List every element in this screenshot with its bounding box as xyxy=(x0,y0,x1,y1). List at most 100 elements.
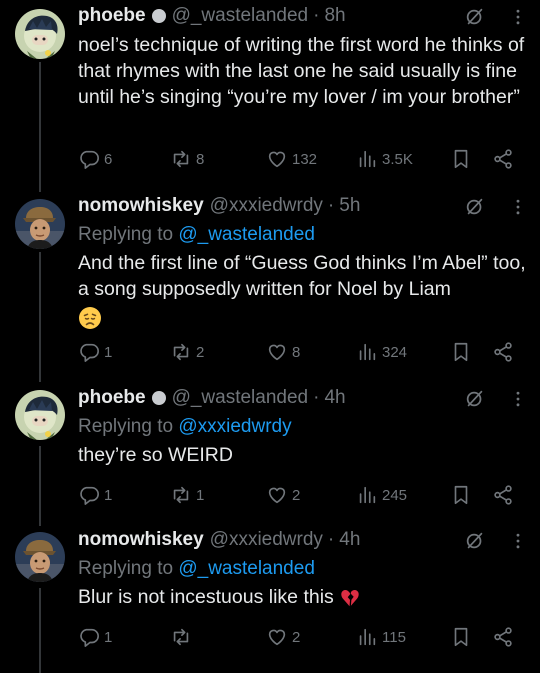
author-name[interactable]: nomowhiskey xyxy=(78,195,204,217)
more-icon[interactable] xyxy=(508,389,528,409)
more-icon[interactable] xyxy=(508,531,528,551)
reply-button[interactable]: 6 xyxy=(78,148,112,170)
replying-to-label: Replying to xyxy=(78,416,174,437)
post[interactable]: phoebe @_wastelanded · 4h Replying to @x… xyxy=(0,384,540,526)
avatar[interactable] xyxy=(15,532,65,582)
post[interactable]: phoebe @_wastelanded · 8h noel’s techniq… xyxy=(0,0,540,190)
replying-to-link[interactable]: @_wastelanded xyxy=(178,224,315,245)
like-count: 132 xyxy=(292,150,318,168)
share-icon xyxy=(492,148,514,170)
views-count: 115 xyxy=(382,628,406,646)
more-icon[interactable] xyxy=(508,7,528,27)
reply-count: 6 xyxy=(104,150,113,168)
reply-count: 1 xyxy=(104,343,113,361)
replying-to-label: Replying to xyxy=(78,224,174,245)
post-text-body: Blur is not incestuous like this xyxy=(78,586,334,608)
repost-icon xyxy=(170,341,192,363)
views-button[interactable]: 324 xyxy=(356,341,407,363)
post-time[interactable]: 4h xyxy=(339,529,360,551)
bookmark-icon xyxy=(450,484,472,506)
views-button[interactable]: 245 xyxy=(356,484,407,506)
author-name[interactable]: nomowhiskey xyxy=(78,529,204,551)
like-button[interactable]: 132 xyxy=(266,148,317,170)
share-button[interactable] xyxy=(492,626,514,648)
replying-to-link[interactable]: @_wastelanded xyxy=(178,558,315,579)
author-handle[interactable]: @xxxiedwrdy xyxy=(210,195,323,217)
disappointed-face-emoji xyxy=(78,306,102,330)
separator-dot: · xyxy=(327,529,335,550)
repost-count: 1 xyxy=(196,486,205,504)
post-text: they’re so WEIRD xyxy=(78,444,233,466)
share-icon xyxy=(492,626,514,648)
post-time[interactable]: 4h xyxy=(324,387,345,409)
separator-dot: · xyxy=(313,5,320,26)
author-name[interactable]: phoebe xyxy=(78,387,146,409)
post-text: noel’s technique of writing the first wo… xyxy=(78,34,525,108)
views-button[interactable]: 3.5K xyxy=(356,148,413,170)
grok-icon[interactable] xyxy=(464,6,486,28)
separator-dot: · xyxy=(327,195,335,216)
views-icon xyxy=(356,484,378,506)
bookmark-icon xyxy=(450,626,472,648)
views-icon xyxy=(356,341,378,363)
grok-icon[interactable] xyxy=(464,196,486,218)
repost-button[interactable]: 1 xyxy=(170,484,204,506)
repost-button[interactable]: 2 xyxy=(170,341,204,363)
share-button[interactable] xyxy=(492,484,514,506)
grok-icon[interactable] xyxy=(464,388,486,410)
repost-icon xyxy=(170,626,192,648)
like-count: 8 xyxy=(292,343,301,361)
bookmark-button[interactable] xyxy=(450,626,472,648)
reply-button[interactable]: 1 xyxy=(78,626,112,648)
like-button[interactable]: 2 xyxy=(266,484,300,506)
repost-icon xyxy=(170,484,192,506)
replying-to: Replying to @_wastelanded xyxy=(78,558,528,580)
repost-button[interactable] xyxy=(170,626,196,648)
avatar[interactable] xyxy=(15,390,65,440)
post-time[interactable]: 8h xyxy=(324,5,345,27)
grok-icon[interactable] xyxy=(464,530,486,552)
post-text: And the first line of “Guess God thinks … xyxy=(78,250,528,330)
views-count: 324 xyxy=(382,343,408,361)
like-count: 2 xyxy=(292,486,301,504)
author-handle[interactable]: @xxxiedwrdy xyxy=(210,529,323,551)
repost-button[interactable]: 8 xyxy=(170,148,204,170)
post-text-body: And the first line of “Guess God thinks … xyxy=(78,252,526,300)
separator-dot: · xyxy=(313,387,320,408)
reply-icon xyxy=(78,484,100,506)
bookmark-button[interactable] xyxy=(450,148,472,170)
share-button[interactable] xyxy=(492,341,514,363)
replying-to-label: Replying to xyxy=(78,558,174,579)
bookmark-button[interactable] xyxy=(450,484,472,506)
replying-to-link[interactable]: @xxxiedwrdy xyxy=(178,416,291,437)
repost-count: 2 xyxy=(196,343,205,361)
author-name[interactable]: phoebe xyxy=(78,5,146,27)
reply-icon xyxy=(78,148,100,170)
avatar[interactable] xyxy=(15,9,65,59)
author-handle[interactable]: @_wastelanded xyxy=(172,5,309,27)
views-button[interactable]: 115 xyxy=(356,626,406,648)
more-icon[interactable] xyxy=(508,197,528,217)
post[interactable]: nomowhiskey @xxxiedwrdy · 4h Replying to… xyxy=(0,526,540,673)
repost-icon xyxy=(170,148,192,170)
reply-button[interactable]: 1 xyxy=(78,341,112,363)
like-count: 2 xyxy=(292,628,301,646)
bookmark-button[interactable] xyxy=(450,341,472,363)
views-count: 3.5K xyxy=(382,150,413,168)
views-count: 245 xyxy=(382,486,408,504)
share-button[interactable] xyxy=(492,148,514,170)
reply-button[interactable]: 1 xyxy=(78,484,112,506)
avatar[interactable] xyxy=(15,199,65,249)
like-icon xyxy=(266,341,288,363)
reply-icon xyxy=(78,341,100,363)
replying-to: Replying to @xxxiedwrdy xyxy=(78,416,528,438)
like-button[interactable]: 8 xyxy=(266,341,300,363)
views-icon xyxy=(356,626,378,648)
post-time[interactable]: 5h xyxy=(339,195,360,217)
author-handle[interactable]: @_wastelanded xyxy=(172,387,309,409)
share-icon xyxy=(492,341,514,363)
like-button[interactable]: 2 xyxy=(266,626,300,648)
status-badge-icon xyxy=(151,9,166,23)
broken-heart-emoji xyxy=(339,587,361,609)
post[interactable]: nomowhiskey @xxxiedwrdy · 5h Replying to… xyxy=(0,190,540,386)
